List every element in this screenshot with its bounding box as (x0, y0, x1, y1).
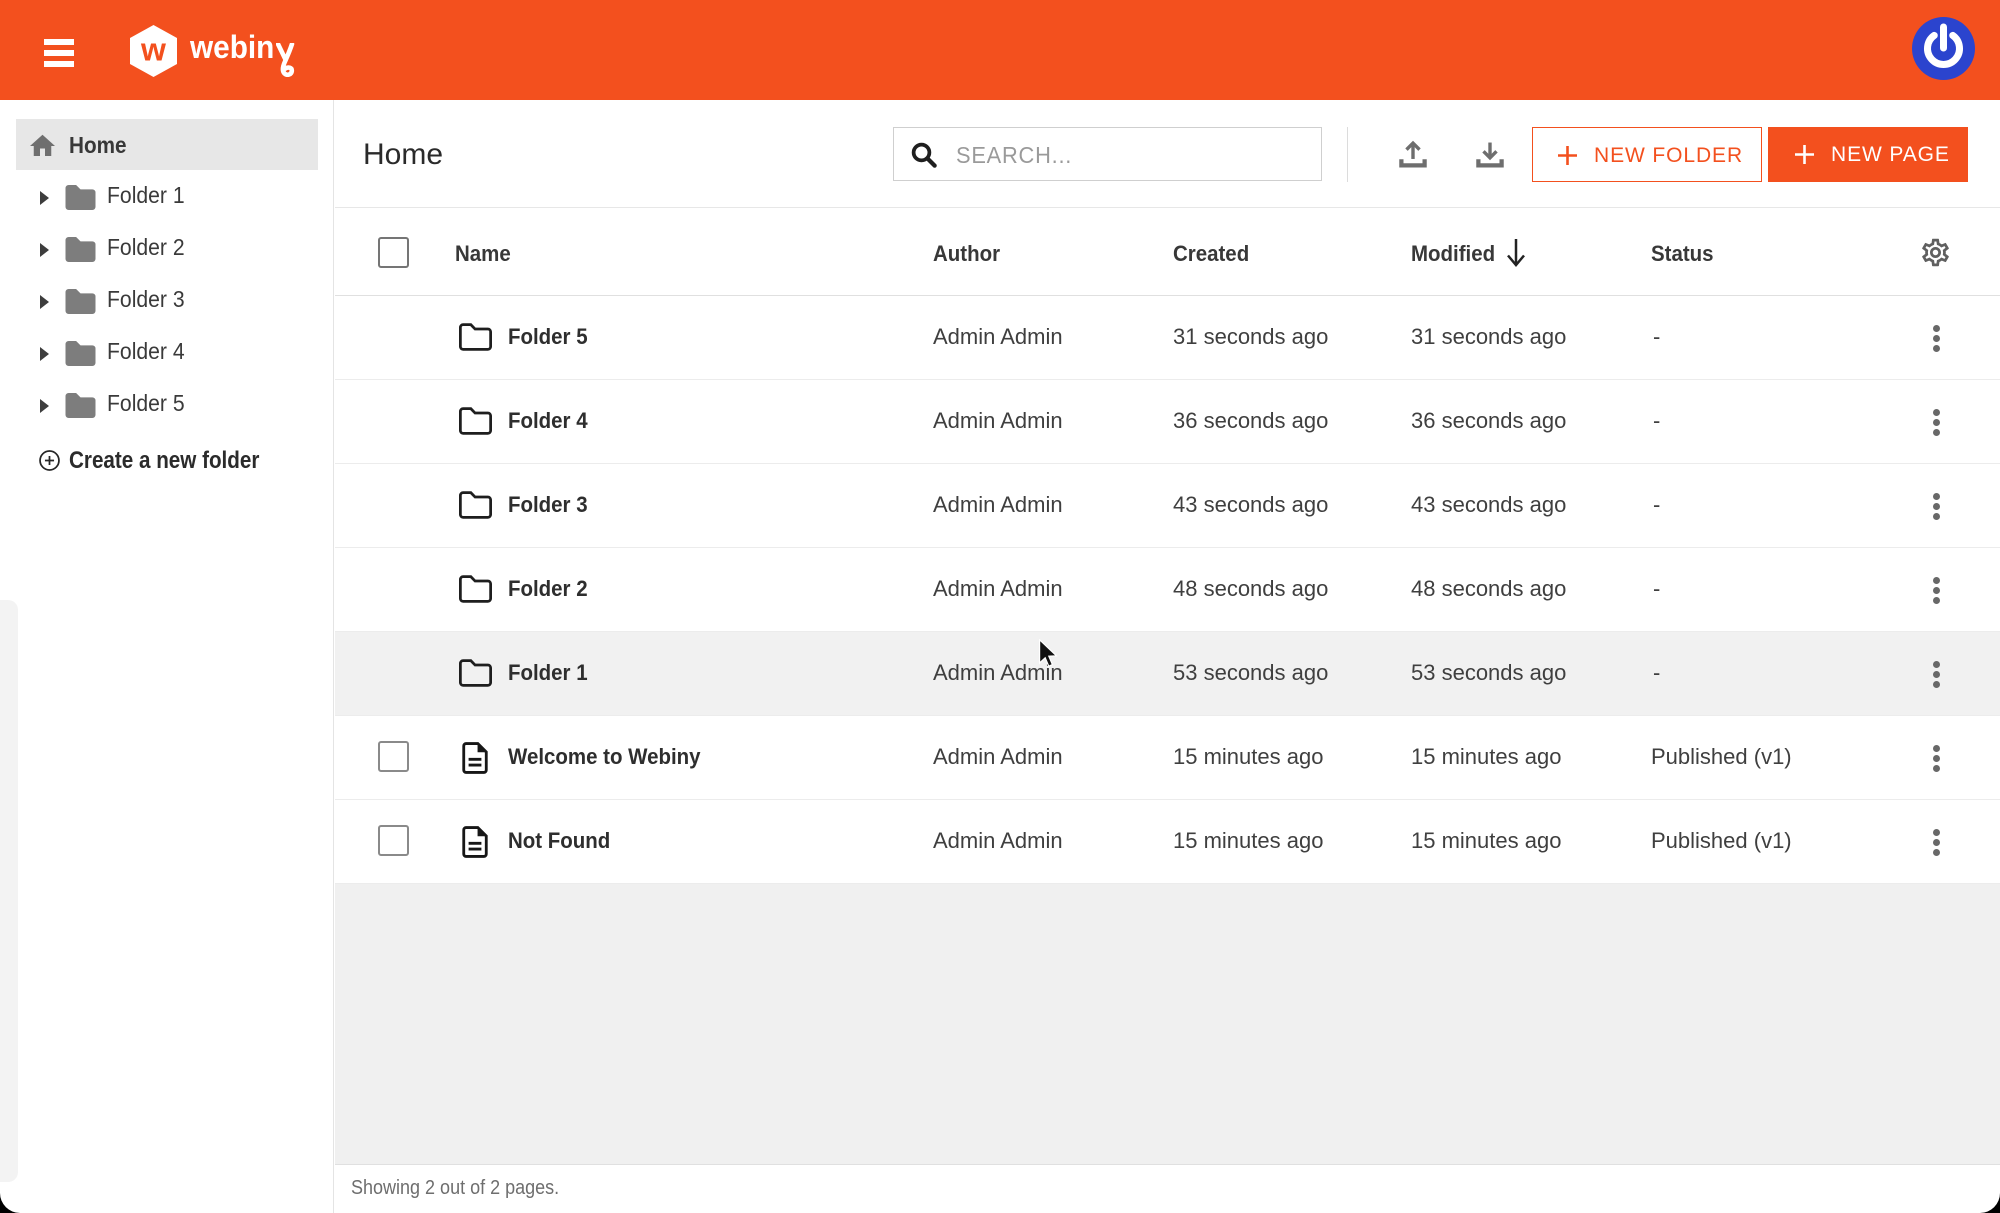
svg-text:w: w (140, 32, 166, 68)
